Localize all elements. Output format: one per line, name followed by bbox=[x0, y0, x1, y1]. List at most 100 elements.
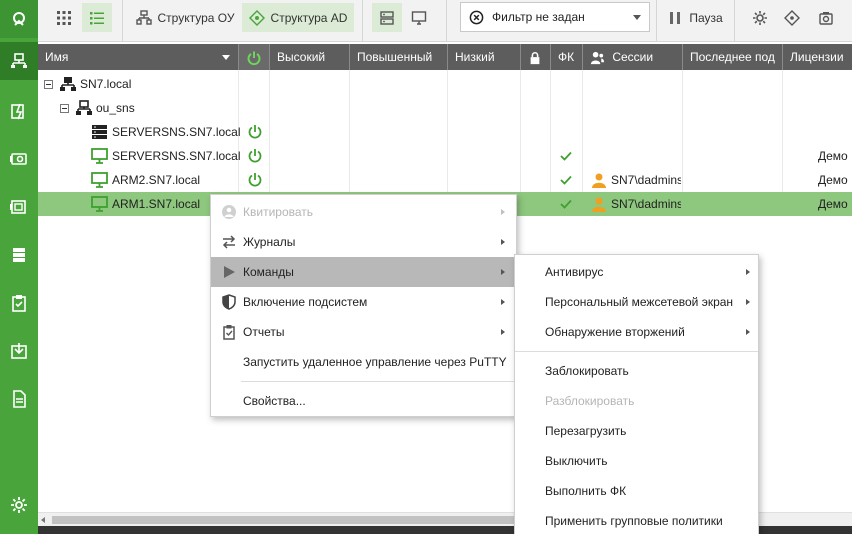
left-sidebar bbox=[0, 0, 38, 534]
filter-value: Фильтр не задан bbox=[492, 10, 585, 24]
servers-view-button[interactable] bbox=[372, 3, 402, 32]
column-name[interactable]: Имя bbox=[38, 44, 239, 70]
menu-item-label: Квитировать bbox=[243, 205, 314, 219]
column-licenses-label: Лицензии bbox=[790, 50, 844, 64]
events-icon bbox=[11, 103, 24, 120]
user-icon bbox=[592, 197, 606, 212]
screenshot-button[interactable] bbox=[812, 3, 840, 32]
collapse-toggle[interactable] bbox=[60, 104, 69, 113]
row-name: SERVERSNS.SN7.local bbox=[112, 125, 241, 139]
filter-select[interactable]: Фильтр не задан bbox=[460, 2, 650, 32]
sidebar-item-network[interactable] bbox=[0, 42, 38, 80]
column-fk[interactable]: ФК bbox=[551, 44, 583, 70]
chevron-right-icon bbox=[746, 299, 750, 305]
table-row[interactable]: SERVERSNS.SN7.local bbox=[38, 120, 852, 144]
submenu-item-label: Выключить bbox=[545, 454, 608, 468]
check-icon bbox=[560, 175, 572, 185]
ad-tools-button[interactable] bbox=[778, 3, 806, 32]
column-licenses[interactable]: Лицензии bbox=[783, 44, 852, 70]
media-icon bbox=[10, 200, 26, 214]
column-last-login[interactable]: Последнее под bbox=[683, 44, 783, 70]
menu-item-commands[interactable]: Команды bbox=[211, 257, 516, 287]
row-name: SN7.local bbox=[80, 77, 132, 91]
chevron-right-icon bbox=[501, 299, 505, 305]
column-elevated[interactable]: Повышенный bbox=[350, 44, 448, 70]
menu-item-journals[interactable]: Журналы bbox=[211, 227, 516, 257]
swap-arrows-icon bbox=[222, 235, 236, 249]
table-row[interactable]: ou_sns bbox=[38, 96, 852, 120]
column-status[interactable] bbox=[239, 44, 270, 70]
filter-clear-icon[interactable] bbox=[469, 10, 484, 25]
menu-item-properties[interactable]: Свойства... bbox=[211, 386, 516, 416]
submenu-item-unblock[interactable]: Разблокировать bbox=[515, 386, 758, 416]
submenu-item-intrusion[interactable]: Обнаружение вторжений bbox=[515, 317, 758, 347]
submenu-item-block[interactable]: Заблокировать bbox=[515, 356, 758, 386]
column-name-label: Имя bbox=[45, 50, 69, 64]
column-elevated-label: Повышенный bbox=[357, 50, 433, 64]
chevron-right-icon bbox=[746, 329, 750, 335]
column-lock[interactable] bbox=[521, 44, 551, 70]
table-row[interactable]: ARM2.SN7.local SN7\dadmins Демо bbox=[38, 168, 852, 192]
row-session: SN7\dadmins bbox=[611, 197, 681, 211]
submenu-item-label: Разблокировать bbox=[545, 394, 635, 408]
context-menu: Квитировать Журналы Команды Включение по… bbox=[210, 194, 517, 417]
menu-item-subsystems[interactable]: Включение подсистем bbox=[211, 287, 516, 317]
submenu-item-shutdown[interactable]: Выключить bbox=[515, 446, 758, 476]
structure-ou-label: Структура ОУ bbox=[157, 10, 235, 25]
submenu-item-group-policies[interactable]: Применить групповые политики bbox=[515, 506, 758, 534]
collapse-toggle[interactable] bbox=[44, 80, 53, 89]
check-icon bbox=[560, 151, 572, 161]
column-sessions-label: Сессии bbox=[612, 50, 654, 64]
sidebar-item-install[interactable] bbox=[0, 332, 38, 370]
chevron-right-icon bbox=[501, 209, 505, 215]
grid-view-button[interactable] bbox=[50, 3, 78, 32]
sidebar-item-media[interactable] bbox=[0, 188, 38, 226]
settings-button[interactable] bbox=[746, 3, 774, 32]
row-session: SN7\dadmins bbox=[611, 173, 681, 187]
submenu-item-reboot[interactable]: Перезагрузить bbox=[515, 416, 758, 446]
monitor-icon bbox=[91, 196, 108, 212]
column-low[interactable]: Низкий bbox=[448, 44, 521, 70]
menu-item-acknowledge[interactable]: Квитировать bbox=[211, 197, 516, 227]
pause-icon bbox=[670, 11, 681, 24]
submenu-item-run-fk[interactable]: Выполнить ФК bbox=[515, 476, 758, 506]
menu-item-label: Журналы bbox=[243, 235, 296, 249]
submenu-item-antivirus[interactable]: Антивирус bbox=[515, 257, 758, 287]
menu-item-reports[interactable]: Отчеты bbox=[211, 317, 516, 347]
scrollbar-thumb[interactable] bbox=[52, 516, 522, 524]
menu-item-putty[interactable]: Запустить удаленное управление через PuT… bbox=[211, 347, 516, 377]
column-high-label: Высокий bbox=[277, 50, 326, 64]
structure-ou-button[interactable]: Структура ОУ bbox=[132, 3, 238, 32]
sidebar-item-events[interactable] bbox=[0, 92, 38, 130]
submenu-item-label: Персональный межсетевой экран bbox=[545, 295, 734, 309]
clipboard-icon bbox=[12, 295, 26, 312]
table-row[interactable]: SERVERSNS.SN7.local Демо bbox=[38, 144, 852, 168]
install-icon bbox=[11, 343, 27, 359]
structure-ad-button[interactable]: Структура AD bbox=[242, 3, 354, 32]
column-high[interactable]: Высокий bbox=[270, 44, 350, 70]
pause-button[interactable]: Пауза bbox=[664, 3, 726, 32]
sidebar-item-tasks[interactable] bbox=[0, 284, 38, 322]
submenu-item-label: Перезагрузить bbox=[545, 424, 627, 438]
monitor-icon bbox=[411, 10, 427, 25]
sidebar-item-settings[interactable] bbox=[0, 486, 38, 524]
submenu-item-firewall[interactable]: Персональный межсетевой экран bbox=[515, 287, 758, 317]
sidebar-item-servers[interactable] bbox=[0, 236, 38, 274]
table-row[interactable]: SN7.local bbox=[38, 72, 852, 96]
row-name: ou_sns bbox=[96, 101, 135, 115]
user-icon bbox=[590, 52, 605, 65]
camera-icon bbox=[819, 11, 833, 25]
sidebar-item-devices[interactable] bbox=[0, 140, 38, 178]
list-view-button[interactable] bbox=[82, 3, 112, 32]
scroll-left-icon[interactable] bbox=[41, 517, 45, 523]
play-icon bbox=[224, 266, 235, 278]
toolbar: Структура ОУ Структура AD Фильтр не зада… bbox=[38, 0, 852, 42]
sort-down-icon[interactable] bbox=[222, 55, 230, 60]
server-icon bbox=[13, 248, 25, 262]
shield-icon bbox=[222, 294, 236, 310]
monitor-icon bbox=[91, 172, 108, 188]
sidebar-item-reports[interactable] bbox=[0, 380, 38, 418]
column-sessions[interactable]: Сессии bbox=[583, 44, 683, 70]
power-icon bbox=[248, 125, 262, 139]
workstations-view-button[interactable] bbox=[404, 3, 434, 32]
